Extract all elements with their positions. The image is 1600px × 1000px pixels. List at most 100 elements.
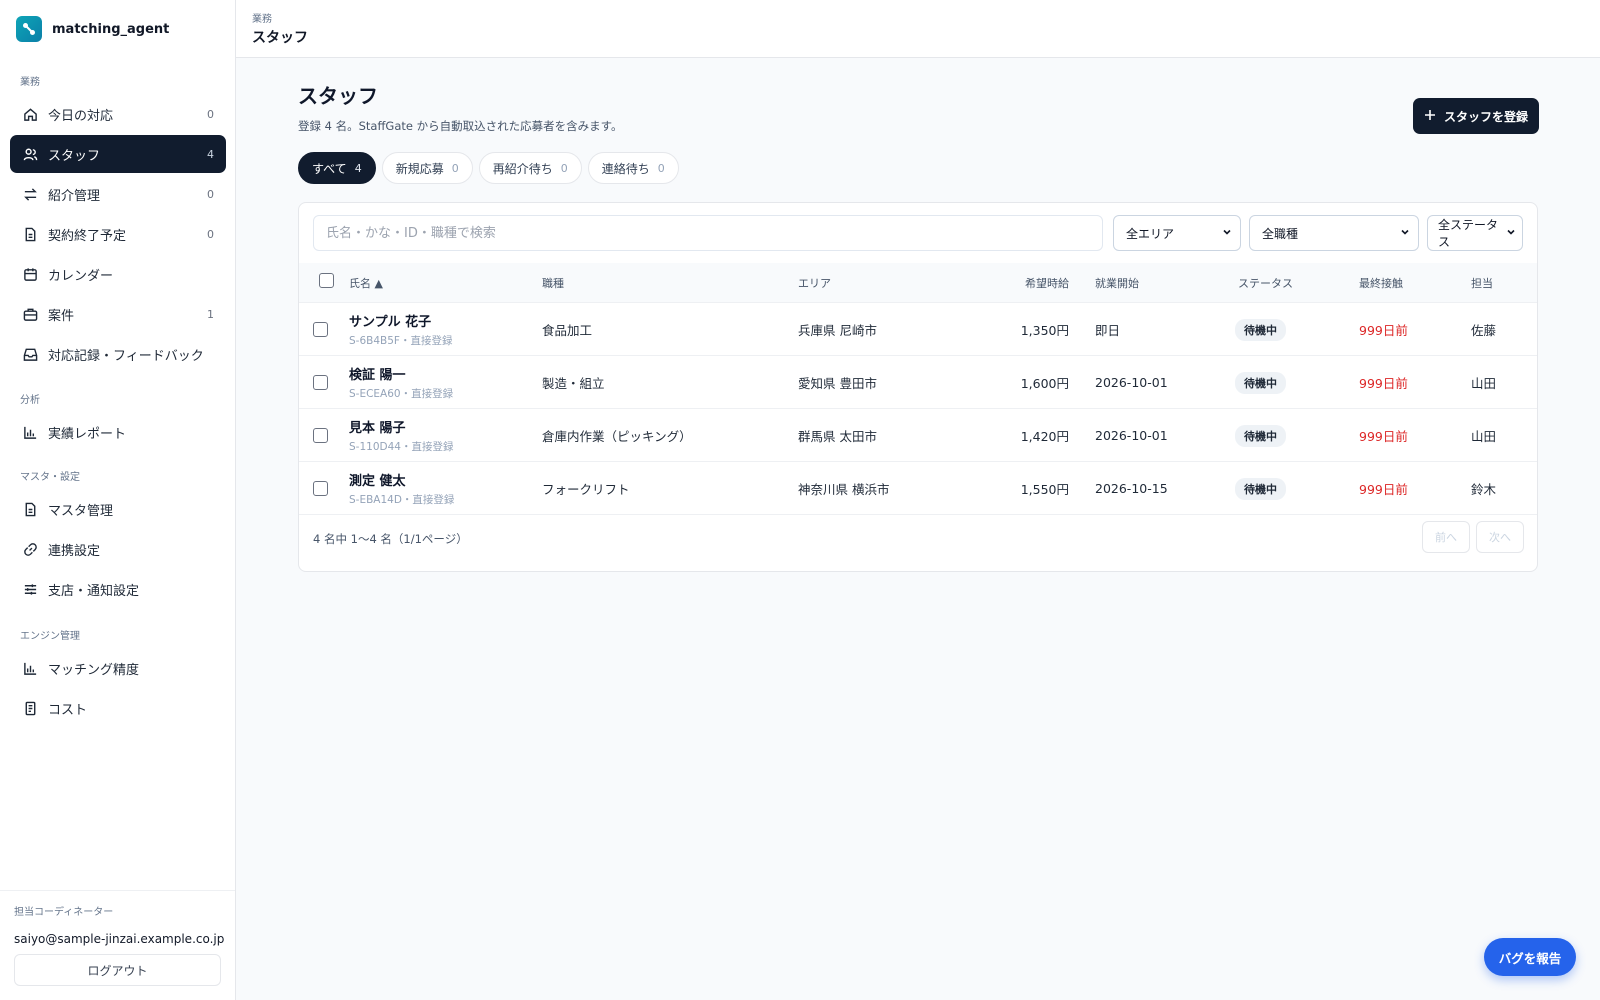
sidebar-item-label: 実績レポート [48, 426, 127, 442]
plus-icon [1424, 109, 1436, 124]
status-cell: 待機中 [1235, 462, 1286, 515]
register-staff-button[interactable]: スタッフを登録 [1413, 98, 1539, 134]
job-filter-select[interactable]: 全職種 [1249, 215, 1419, 251]
column-header-start: 就業開始 [1095, 277, 1139, 290]
last-contact-cell: 999日前 [1359, 323, 1408, 338]
breadcrumb[interactable]: 業務 [252, 10, 1584, 25]
owner-cell: 山田 [1471, 429, 1497, 444]
owner-cell: 鈴木 [1471, 482, 1497, 497]
sidebar-item-cost[interactable]: コスト [10, 689, 226, 727]
app-logo-icon [16, 16, 42, 42]
report-bug-button[interactable]: バグを報告 [1484, 938, 1576, 976]
tab-awaiting-rereferral[interactable]: 再紹介待ち 0 [478, 152, 582, 184]
start-cell: 2026-10-15 [1095, 481, 1168, 496]
sidebar-item-jobs[interactable]: 案件 1 [10, 295, 226, 333]
tab-all[interactable]: すべて 4 [298, 152, 376, 184]
row-checkbox[interactable] [313, 428, 328, 443]
chevron-down-icon [1506, 226, 1516, 240]
last-contact-cell: 999日前 [1359, 429, 1408, 444]
sidebar-item-contract-end[interactable]: 契約終了予定 0 [10, 215, 226, 253]
staff-name-cell[interactable]: 測定 健太 S-EBA14D・直接登録 [349, 462, 454, 515]
tab-count: 4 [354, 161, 362, 175]
receipt-icon [22, 700, 38, 716]
sidebar-item-label: コスト [48, 702, 88, 718]
sidebar-item-label: スタッフ [48, 148, 101, 164]
sidebar-item-matching-accuracy[interactable]: マッチング精度 [10, 649, 226, 687]
staff-name[interactable]: 見本 陽子 [349, 417, 406, 436]
staff-name-cell[interactable]: サンプル 花子 S-6B4B5F・直接登録 [349, 303, 452, 356]
coordinator-email: saiyo@sample-jinzai.example.co.jp [14, 932, 225, 946]
row-checkbox[interactable] [313, 322, 328, 337]
job-cell: 製造・組立 [542, 376, 605, 391]
area-filter-select[interactable]: 全エリア [1113, 215, 1241, 251]
sidebar-item-integrations[interactable]: 連携設定 [10, 530, 226, 568]
sidebar-item-count: 0 [207, 107, 214, 121]
column-header-name[interactable]: 氏名 ▲ [349, 263, 383, 303]
last-contact-cell: 999日前 [1359, 482, 1408, 497]
staff-name[interactable]: 検証 陽一 [349, 364, 406, 383]
tab-new-applicants[interactable]: 新規応募 0 [381, 152, 473, 184]
swap-icon [22, 186, 38, 202]
row-checkbox[interactable] [313, 481, 328, 496]
tab-label: 再紹介待ち [492, 161, 553, 176]
staff-id: S-EBA14D・直接登録 [349, 494, 455, 506]
sidebar-item-staff[interactable]: スタッフ 4 [10, 135, 226, 173]
tab-label: 連絡待ち [601, 161, 650, 176]
job-cell: フォークリフト [542, 482, 630, 497]
table-row[interactable]: 検証 陽一 S-ECEA60・直接登録 製造・組立 愛知県 豊田市 1,600円… [299, 356, 1537, 409]
sidebar-item-label: マスタ管理 [48, 503, 114, 519]
column-header-job: 職種 [542, 277, 564, 290]
status-badge: 待機中 [1235, 318, 1286, 341]
table-row[interactable]: 測定 健太 S-EBA14D・直接登録 フォークリフト 神奈川県 横浜市 1,5… [299, 462, 1537, 515]
staff-name[interactable]: サンプル 花子 [349, 311, 431, 330]
nav-section-engine: エンジン管理 [20, 630, 80, 642]
table-row[interactable]: 見本 陽子 S-110D44・直接登録 倉庫内作業（ピッキング） 群馬県 太田市… [299, 409, 1537, 462]
column-header-owner: 担当 [1471, 277, 1493, 290]
nav-section-operations: 業務 [20, 76, 40, 88]
prev-page-button[interactable]: 前へ [1422, 521, 1470, 553]
sidebar-item-records-feedback[interactable]: 対応記録・フィードバック [10, 335, 226, 373]
inbox-icon [22, 346, 38, 362]
staff-name[interactable]: 測定 健太 [349, 470, 406, 489]
status-filter-select[interactable]: 全ステータス [1427, 215, 1523, 251]
select-all-checkbox[interactable] [319, 273, 334, 288]
staff-id: S-110D44・直接登録 [349, 441, 454, 453]
staff-name-cell[interactable]: 検証 陽一 S-ECEA60・直接登録 [349, 356, 453, 409]
row-checkbox[interactable] [313, 375, 328, 390]
calendar-icon [22, 266, 38, 282]
sidebar-item-calendar[interactable]: カレンダー [10, 255, 226, 293]
status-badge: 待機中 [1235, 424, 1286, 447]
sidebar: matching_agent 業務 今日の対応 0 スタッフ 4 紹介管理 0 … [0, 0, 236, 1000]
home-icon [22, 106, 38, 122]
search-input[interactable] [313, 215, 1103, 251]
status-badge: 待機中 [1235, 371, 1286, 394]
sidebar-item-branch-notification[interactable]: 支店・通知設定 [10, 570, 226, 608]
tab-count: 0 [657, 161, 665, 175]
bar-chart-icon [22, 424, 38, 440]
next-page-button[interactable]: 次へ [1476, 521, 1524, 553]
briefcase-icon [22, 306, 38, 322]
brand[interactable]: matching_agent [0, 0, 235, 58]
tab-awaiting-contact[interactable]: 連絡待ち 0 [587, 152, 679, 184]
owner-cell: 佐藤 [1471, 323, 1497, 338]
sidebar-item-performance-report[interactable]: 実績レポート [10, 413, 226, 451]
app-name: matching_agent [52, 21, 170, 37]
pagination-summary: 4 名中 1〜4 名（1/1ページ） [313, 532, 468, 546]
tab-label: すべて [312, 161, 347, 176]
logout-button[interactable]: ログアウト [14, 954, 221, 986]
area-cell: 愛知県 豊田市 [798, 376, 877, 391]
sidebar-item-count: 4 [207, 147, 214, 161]
table-row[interactable]: サンプル 花子 S-6B4B5F・直接登録 食品加工 兵庫県 尼崎市 1,350… [299, 303, 1537, 356]
wage-cell: 1,350円 [1020, 323, 1069, 338]
sidebar-footer: 担当コーディネーター saiyo@sample-jinzai.example.c… [0, 890, 235, 1000]
sidebar-item-referrals[interactable]: 紹介管理 0 [10, 175, 226, 213]
sidebar-item-master[interactable]: マスタ管理 [10, 490, 226, 528]
sidebar-item-label: マッチング精度 [48, 662, 140, 678]
area-cell: 群馬県 太田市 [798, 429, 877, 444]
sidebar-item-today[interactable]: 今日の対応 0 [10, 95, 226, 133]
staff-name-cell[interactable]: 見本 陽子 S-110D44・直接登録 [349, 409, 453, 462]
chevron-down-icon [1400, 226, 1410, 240]
wage-cell: 1,420円 [1020, 429, 1069, 444]
status-badge: 待機中 [1235, 477, 1286, 500]
table-header: 氏名 ▲ 職種 エリア 希望時給 就業開始 ステータス 最終接触 担当 [299, 263, 1537, 303]
